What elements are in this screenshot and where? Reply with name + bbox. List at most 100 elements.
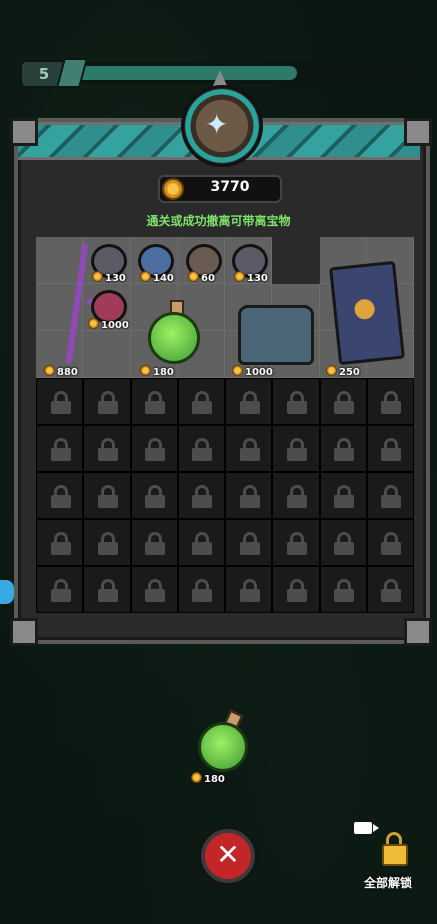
unlock-all-label: 全部解锁 [363, 876, 412, 890]
coin-icon [232, 365, 243, 376]
lock-icon [239, 390, 260, 414]
locked-slot[interactable] [177, 378, 225, 425]
price-label: 130 [92, 271, 126, 284]
locked-slot[interactable] [225, 519, 273, 566]
inventory-slot [272, 237, 320, 284]
lock-icon [50, 390, 71, 414]
coin-icon [188, 271, 199, 282]
coin-icon [140, 365, 151, 376]
price-value: 180 [204, 774, 225, 785]
locked-slot[interactable] [130, 519, 178, 566]
locked-slot[interactable] [36, 472, 84, 519]
lock-icon [334, 484, 355, 508]
locked-slot[interactable] [36, 378, 84, 425]
lock-icon [50, 531, 71, 555]
price-label: 140 [140, 271, 174, 284]
locked-slot[interactable] [366, 519, 414, 566]
locked-slot[interactable] [83, 472, 131, 519]
locked-slot[interactable] [130, 425, 178, 472]
locked-slot[interactable] [36, 425, 84, 472]
coin-icon [88, 318, 99, 329]
ground-green-potion[interactable] [198, 709, 250, 772]
leather-satchel-item[interactable] [238, 305, 314, 365]
lock-icon [192, 437, 213, 461]
locked-slot[interactable] [36, 519, 84, 566]
gold-padlock-icon [380, 832, 408, 866]
lock-icon [145, 437, 166, 461]
lock-icon [192, 390, 213, 414]
locked-slot[interactable] [83, 519, 131, 566]
side-tab-icon[interactable] [0, 580, 14, 604]
locked-slot[interactable] [130, 378, 178, 425]
price-label: 1000 [88, 318, 129, 331]
lock-icon [50, 484, 71, 508]
price-value: 880 [57, 367, 78, 378]
paw-spellbook-item[interactable] [329, 260, 405, 366]
lock-icon [239, 437, 260, 461]
locked-slot[interactable] [319, 519, 367, 566]
locked-slot[interactable] [225, 566, 273, 613]
lock-icon [334, 437, 355, 461]
coin-icon [162, 178, 184, 200]
price-label: 180 [140, 365, 174, 378]
price-value: 140 [153, 273, 174, 284]
lock-icon [50, 578, 71, 602]
price-value: 1000 [101, 320, 129, 331]
locked-slot[interactable] [319, 425, 367, 472]
locked-slot[interactable] [83, 378, 131, 425]
lock-icon [239, 531, 260, 555]
price-label: 1000 [232, 365, 273, 378]
coin-icon [44, 365, 55, 376]
lock-icon [286, 390, 307, 414]
locked-slot[interactable] [366, 425, 414, 472]
panel-corner-icon [404, 118, 432, 146]
locked-slot[interactable] [319, 378, 367, 425]
locked-slot[interactable] [272, 378, 320, 425]
lock-icon [239, 578, 260, 602]
xp-progress-fill [72, 66, 298, 80]
coin-icon [234, 271, 245, 282]
price-label: 250 [326, 365, 360, 378]
locked-slot[interactable] [225, 378, 273, 425]
lock-icon [97, 437, 118, 461]
locked-slot[interactable] [272, 472, 320, 519]
locked-slot[interactable] [225, 425, 273, 472]
lock-icon [286, 437, 307, 461]
close-icon: ✕ [216, 838, 240, 871]
lock-icon [145, 531, 166, 555]
locked-slot[interactable] [130, 472, 178, 519]
locked-slot[interactable] [366, 378, 414, 425]
close-button[interactable]: ✕ [201, 829, 255, 883]
lock-icon [286, 531, 307, 555]
locked-slot[interactable] [319, 472, 367, 519]
locked-slot[interactable] [36, 566, 84, 613]
lock-icon [97, 531, 118, 555]
panel-corner-icon [404, 618, 432, 646]
price-value: 180 [153, 367, 174, 378]
locked-slot[interactable] [272, 566, 320, 613]
locked-slot[interactable] [177, 519, 225, 566]
locked-slot[interactable] [225, 472, 273, 519]
price-label: 60 [188, 271, 215, 284]
panel-corner-icon [10, 118, 38, 146]
panel-corner-icon [10, 618, 38, 646]
coin-counter: 3770 [158, 175, 282, 203]
locked-slot[interactable] [366, 566, 414, 613]
lock-icon [192, 484, 213, 508]
locked-slot[interactable] [177, 472, 225, 519]
locked-slot[interactable] [272, 425, 320, 472]
lock-icon [334, 390, 355, 414]
green-potion-item[interactable] [146, 300, 202, 366]
price-value: 130 [105, 273, 126, 284]
locked-slot[interactable] [83, 425, 131, 472]
locked-slot[interactable] [177, 425, 225, 472]
locked-slot[interactable] [177, 566, 225, 613]
panel-subtitle: 通关或成功撤离可带离宝物 [146, 214, 291, 228]
locked-slot[interactable] [83, 566, 131, 613]
lock-icon [97, 578, 118, 602]
locked-slot[interactable] [272, 519, 320, 566]
locked-slot[interactable] [366, 472, 414, 519]
locked-slot[interactable] [130, 566, 178, 613]
locked-slot[interactable] [319, 566, 367, 613]
lock-icon [97, 484, 118, 508]
